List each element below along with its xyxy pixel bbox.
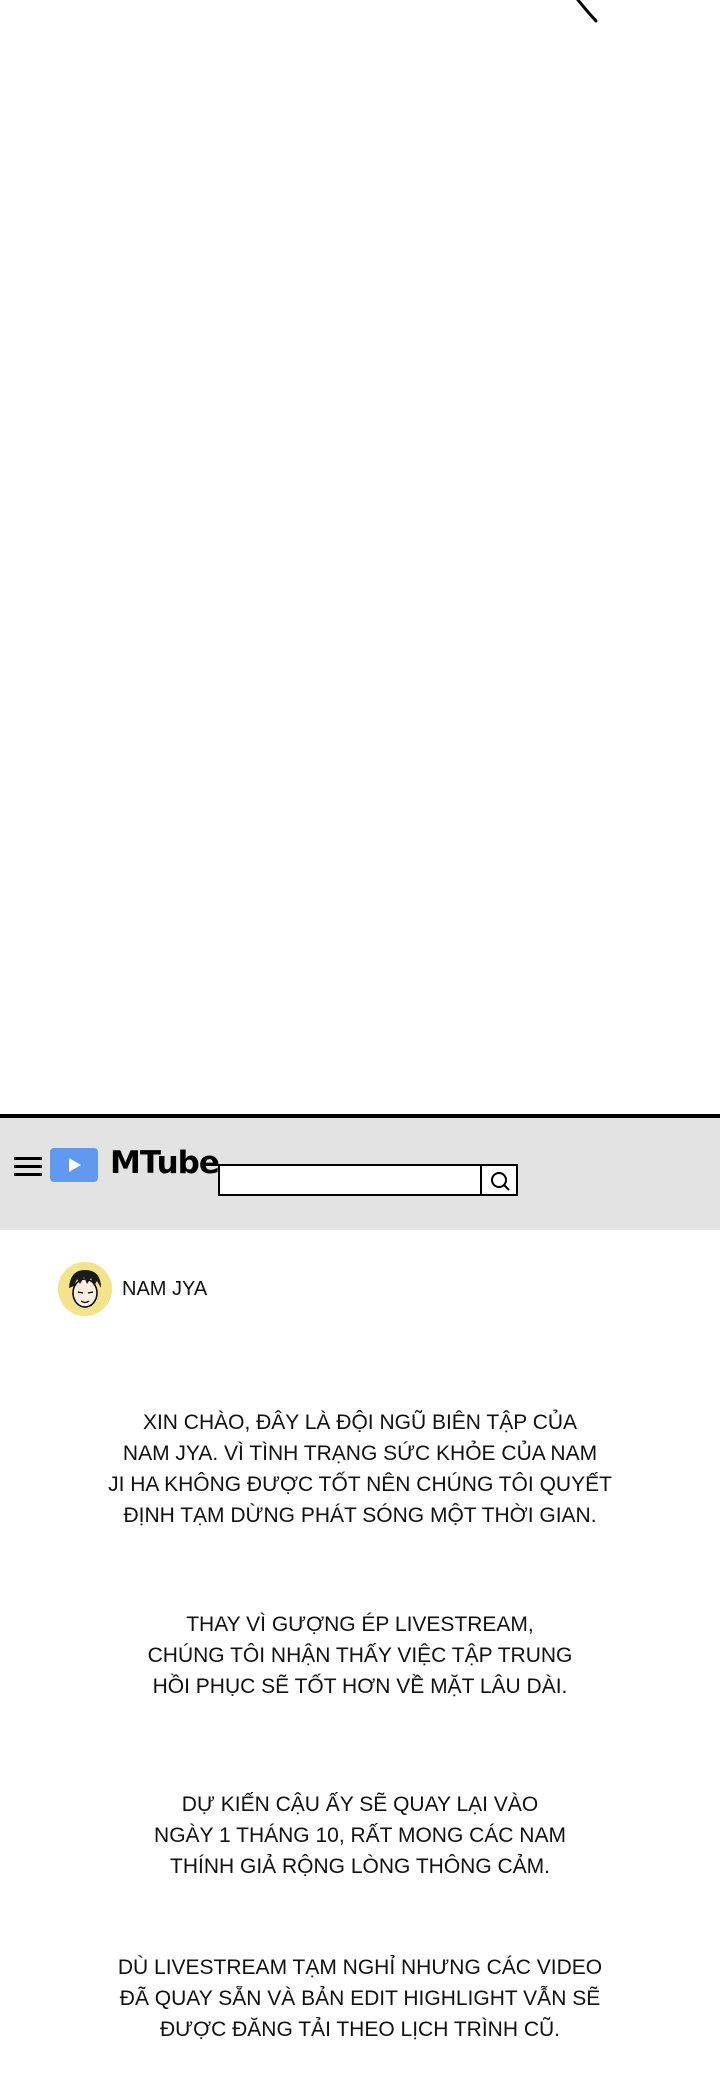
- search-icon: [491, 1172, 510, 1191]
- search-input[interactable]: [218, 1164, 482, 1196]
- menu-icon[interactable]: [14, 1155, 42, 1177]
- avatar[interactable]: [58, 1262, 112, 1316]
- ink-stroke-decoration: [576, 0, 598, 23]
- announcement-paragraph-1: XIN CHÀO, ĐÂY LÀ ĐỘI NGŨ BIÊN TẬP CỦA NA…: [108, 1411, 612, 1527]
- announcement-paragraph-3: DỰ KIẾN CẬU ẤY SẼ QUAY LẠI VÀO NGÀY 1 TH…: [154, 1793, 566, 1878]
- play-icon[interactable]: [50, 1148, 98, 1182]
- channel-name[interactable]: NAM JYA: [122, 1278, 207, 1301]
- search-button[interactable]: [480, 1164, 518, 1196]
- app-header: MTube: [0, 1118, 720, 1230]
- announcement-paragraph-2: THAY VÌ GƯỢNG ÉP LIVESTREAM, CHÚNG TÔI N…: [147, 1613, 573, 1698]
- announcement-paragraph-4: DÙ LIVESTREAM TẠM NGHỈ NHƯNG CÁC VIDEO Đ…: [117, 1956, 603, 2041]
- app-logo-text[interactable]: MTube: [110, 1145, 220, 1181]
